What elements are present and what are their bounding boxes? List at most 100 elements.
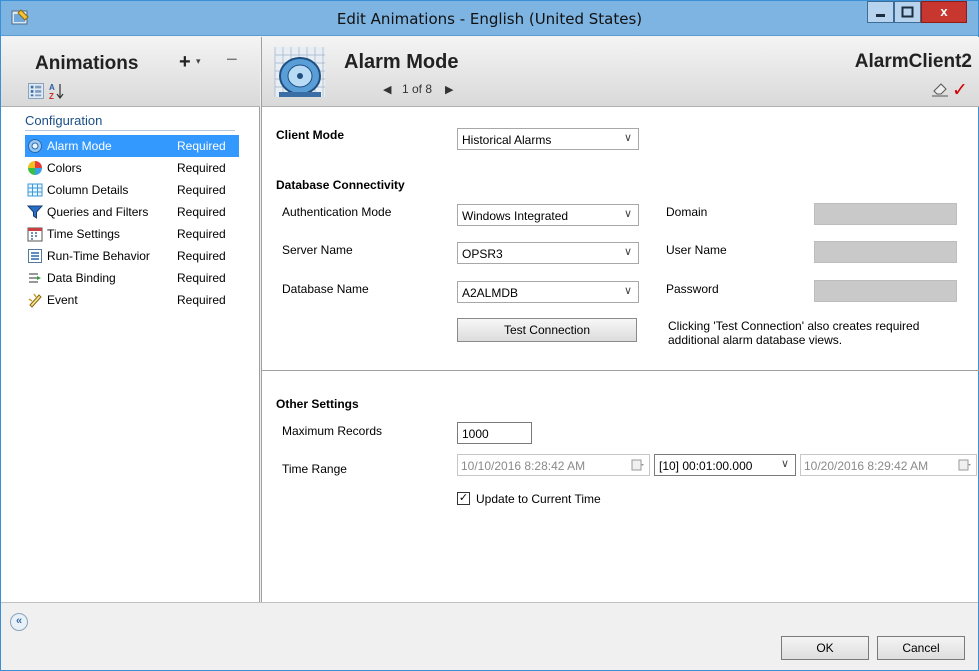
tree-item-time-settings[interactable]: Time Settings Required	[25, 223, 239, 245]
start-time-picker: 10/10/2016 8:28:42 AM	[457, 454, 650, 476]
animations-panel: Animations + ▾ − A Z Configuration Alarm…	[1, 37, 260, 602]
client-name: AlarmClient2	[854, 51, 972, 72]
authentication-mode-label: Authentication Mode	[282, 205, 392, 219]
alarm-bell-icon	[274, 47, 325, 97]
tree-item-event[interactable]: Event Required	[25, 289, 239, 311]
editor-title: Alarm Mode	[344, 51, 459, 73]
database-name-dropdown[interactable]: A2ALMDB ∨	[457, 281, 639, 303]
tree-item-label: Time Settings	[47, 227, 120, 241]
user-name-field	[814, 241, 957, 263]
page-indicator: 1 of 8	[402, 82, 433, 96]
svg-text:Z: Z	[49, 92, 54, 100]
duration-dropdown[interactable]: [10] 00:01:00.000 ∨	[654, 454, 796, 476]
title-bar: Edit Animations - English (United States…	[1, 1, 978, 36]
test-connection-note-line1: Clicking 'Test Connection' also creates …	[668, 319, 920, 333]
chevron-down-icon: ∨	[623, 132, 632, 144]
server-name-dropdown[interactable]: OPSR3 ∨	[457, 242, 639, 264]
cancel-button[interactable]: Cancel	[877, 636, 965, 660]
maximum-records-label: Maximum Records	[282, 424, 383, 438]
tree-item-label: Event	[47, 293, 78, 307]
end-time-picker: 10/20/2016 8:29:42 AM	[800, 454, 977, 476]
tree-item-label: Run-Time Behavior	[47, 249, 150, 263]
maximize-button[interactable]	[894, 1, 921, 23]
window-title: Edit Animations - English (United States…	[336, 10, 643, 28]
tree-item-status: Required	[177, 249, 226, 263]
collapse-panel-icon[interactable]: «	[10, 613, 28, 631]
chevron-down-icon: ∨	[780, 458, 789, 470]
database-connectivity-heading: Database Connectivity	[276, 178, 405, 192]
chevron-down-icon: ∨	[623, 285, 632, 297]
alarm-mode-icon	[28, 139, 42, 153]
chevron-down-icon: ∨	[623, 246, 632, 258]
dialog-footer: « OK Cancel	[1, 602, 978, 670]
tree-item-status: Required	[177, 205, 226, 219]
validate-check-icon[interactable]: ✓	[952, 79, 968, 102]
tree-item-status: Required	[177, 139, 226, 153]
configuration-category: Configuration	[25, 113, 235, 131]
client-mode-value: Historical Alarms	[462, 133, 552, 147]
tree-item-colors[interactable]: Colors Required	[25, 157, 239, 179]
user-name-label: User Name	[666, 243, 727, 257]
duration-value: [10] 00:01:00.000	[659, 459, 753, 473]
tree-item-label: Colors	[47, 161, 82, 175]
tree-item-label: Data Binding	[47, 271, 116, 285]
svg-text:A: A	[49, 83, 55, 92]
edit-animations-window: Edit Animations - English (United States…	[0, 0, 979, 671]
event-icon	[28, 293, 42, 308]
remove-animation-button[interactable]: −	[226, 49, 238, 72]
update-current-time-label: Update to Current Time	[476, 492, 601, 506]
ok-button[interactable]: OK	[781, 636, 869, 660]
time-settings-icon	[27, 227, 43, 242]
calendar-icon	[958, 459, 971, 471]
other-settings-heading: Other Settings	[276, 397, 359, 411]
alarm-mode-editor: Alarm Mode ◀ 1 of 8 ▶ AlarmClient2 ✓ Cli…	[261, 37, 979, 602]
tree-item-data-binding[interactable]: Data Binding Required	[25, 267, 239, 289]
password-field	[814, 280, 957, 302]
password-label: Password	[666, 282, 719, 296]
eraser-icon[interactable]	[931, 81, 949, 97]
update-current-time-checkbox[interactable]: ✓	[457, 492, 470, 505]
data-binding-icon	[29, 273, 41, 283]
add-animation-button[interactable]: +	[179, 51, 191, 74]
categorized-view-icon[interactable]	[28, 83, 44, 99]
animations-tree: Alarm Mode Required Colors Required Colu…	[25, 135, 239, 311]
domain-label: Domain	[666, 205, 708, 219]
tree-item-status: Required	[177, 271, 226, 285]
client-mode-label: Client Mode	[276, 128, 344, 142]
tree-item-status: Required	[177, 183, 226, 197]
tree-item-status: Required	[177, 161, 226, 175]
next-arrow-icon[interactable]: ▶	[445, 83, 453, 96]
time-range-label: Time Range	[282, 462, 347, 476]
editor-header: Alarm Mode ◀ 1 of 8 ▶ AlarmClient2 ✓	[262, 37, 979, 107]
add-dropdown-caret-icon[interactable]: ▾	[196, 56, 201, 67]
start-time-value: 10/10/2016 8:28:42 AM	[461, 459, 586, 473]
authentication-mode-dropdown[interactable]: Windows Integrated ∨	[457, 204, 639, 226]
database-name-label: Database Name	[282, 282, 369, 296]
tree-item-column-details[interactable]: Column Details Required	[25, 179, 239, 201]
tree-item-runtime-behavior[interactable]: Run-Time Behavior Required	[25, 245, 239, 267]
close-button[interactable]: x	[921, 1, 967, 23]
maximize-icon	[901, 6, 914, 18]
animations-title: Animations	[35, 53, 139, 74]
tree-item-alarm-mode[interactable]: Alarm Mode Required	[25, 135, 239, 157]
minimize-button[interactable]	[867, 1, 894, 23]
chevron-down-icon: ∨	[623, 208, 632, 220]
previous-arrow-icon[interactable]: ◀	[383, 83, 391, 96]
tree-item-label: Alarm Mode	[47, 139, 112, 153]
maximum-records-input[interactable]: 1000	[457, 422, 532, 444]
domain-field	[814, 203, 957, 225]
alphabetical-sort-icon[interactable]: A Z	[49, 82, 65, 100]
tree-item-status: Required	[177, 227, 226, 241]
test-connection-button[interactable]: Test Connection	[457, 318, 637, 342]
server-name-label: Server Name	[282, 243, 353, 257]
authentication-mode-value: Windows Integrated	[462, 209, 569, 223]
close-icon: x	[940, 4, 948, 19]
queries-filters-icon	[27, 205, 43, 219]
test-connection-note-line2: additional alarm database views.	[668, 333, 843, 347]
tree-item-label: Column Details	[47, 183, 129, 197]
runtime-behavior-icon	[28, 249, 42, 263]
tree-item-label: Queries and Filters	[47, 205, 149, 219]
tree-item-queries-filters[interactable]: Queries and Filters Required	[25, 201, 239, 223]
client-mode-dropdown[interactable]: Historical Alarms ∨	[457, 128, 639, 150]
calendar-icon	[631, 459, 644, 471]
